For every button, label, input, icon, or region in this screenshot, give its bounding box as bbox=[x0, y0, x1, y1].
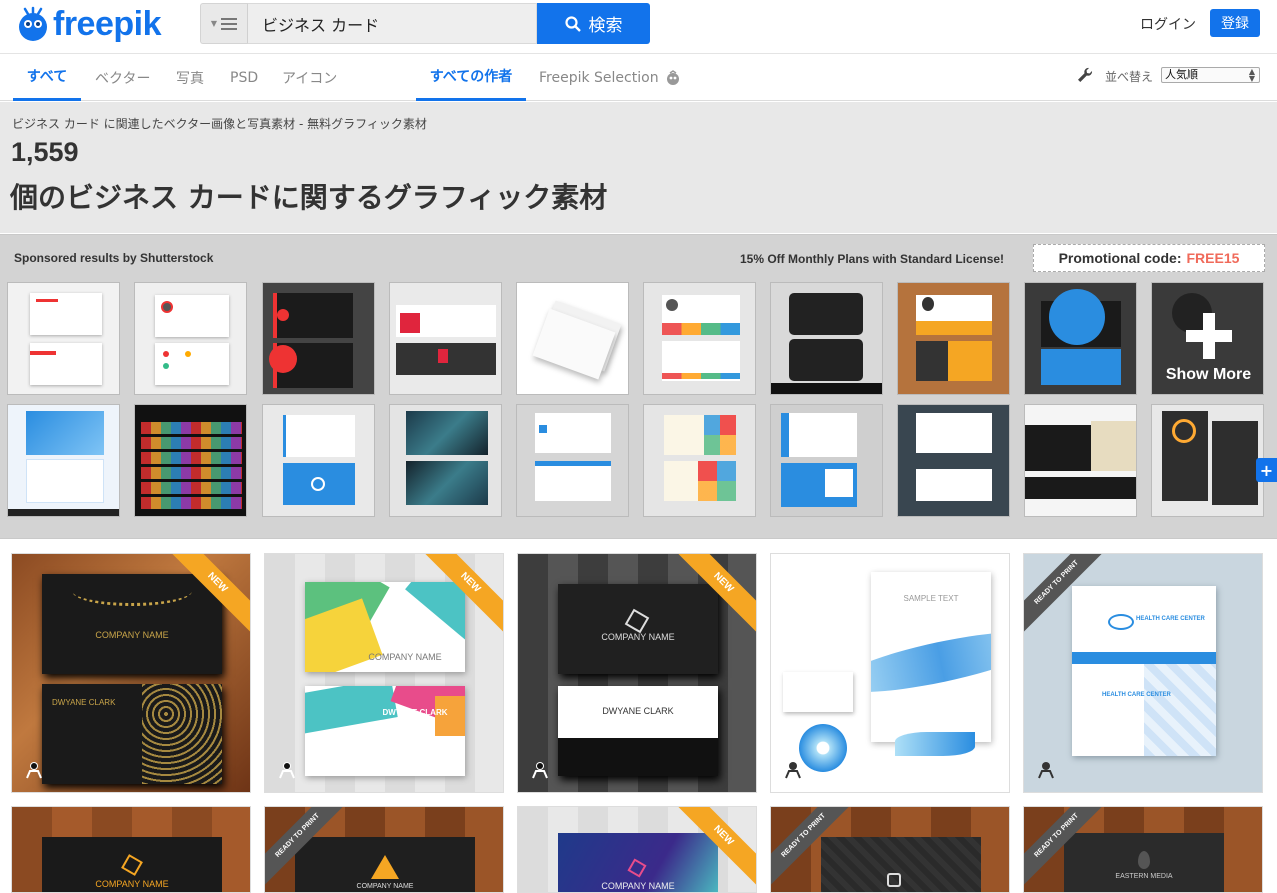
promo-prefix: Promotional code: bbox=[1058, 250, 1182, 266]
search-icon bbox=[564, 15, 581, 32]
resource-tile[interactable]: COMPANY NAME DWYANE CLARK NEW bbox=[11, 553, 251, 793]
card-person-name: DWYANE CLARK bbox=[52, 698, 116, 707]
card-company-name: COMPANY NAME bbox=[601, 881, 675, 891]
resource-tile[interactable]: HEALTH CARE CENTER HEALTH CARE CENTER RE… bbox=[1023, 553, 1263, 793]
resource-tile[interactable]: READY TO PRINT bbox=[770, 806, 1010, 893]
login-link[interactable]: ログイン bbox=[1140, 14, 1196, 34]
author-icon bbox=[532, 762, 548, 779]
sponsored-thumb[interactable] bbox=[262, 404, 375, 517]
results-count: 1,559 bbox=[11, 137, 79, 167]
show-more-button[interactable]: Show More bbox=[1151, 282, 1264, 395]
resource-tile[interactable]: COMPANY NAME READY TO PRINT bbox=[264, 806, 504, 893]
resource-tile[interactable]: EASTERN MEDIA READY TO PRINT bbox=[1023, 806, 1263, 893]
author-icon bbox=[279, 762, 295, 779]
card-person-name: DWYANE CLARK bbox=[382, 708, 448, 717]
resource-tile[interactable]: COMPANY NAME DWYANE CLARK NEW bbox=[517, 553, 757, 793]
tab-psd[interactable]: PSD bbox=[230, 54, 258, 101]
sponsored-thumb[interactable] bbox=[516, 404, 629, 517]
card-company-name: COMPANY NAME bbox=[95, 630, 169, 640]
search-bar: ▼ ビジネス カード 検索 bbox=[200, 3, 650, 44]
sort-label: 並べ替え bbox=[1105, 70, 1154, 84]
author-icon bbox=[26, 762, 42, 779]
tab-freepik-selection[interactable]: Freepik Selection bbox=[539, 54, 681, 101]
card-company-name: COMPANY NAME bbox=[368, 652, 442, 662]
promo-code-box: Promotional code: FREE15 bbox=[1033, 244, 1265, 272]
search-filter-menu-button[interactable]: ▼ bbox=[200, 3, 247, 44]
hamburger-icon bbox=[221, 17, 238, 30]
author-icon bbox=[1038, 762, 1054, 779]
resource-tile[interactable]: SAMPLE TEXT bbox=[770, 553, 1010, 793]
search-button[interactable]: 検索 bbox=[537, 3, 650, 44]
sponsored-thumb[interactable] bbox=[134, 282, 247, 395]
author-icon bbox=[785, 762, 801, 779]
tab-freepik-selection-label: Freepik Selection bbox=[539, 69, 659, 86]
sponsored-thumb[interactable] bbox=[134, 404, 247, 517]
resource-tile[interactable]: COMPANY NAME NEW bbox=[517, 806, 757, 893]
promo-code: FREE15 bbox=[1186, 250, 1240, 266]
card-title-2: HEALTH CARE CENTER bbox=[1102, 692, 1171, 698]
tab-all[interactable]: すべて bbox=[13, 54, 81, 101]
card-company-name: COMPANY NAME bbox=[95, 879, 169, 889]
sponsored-thumb[interactable] bbox=[643, 404, 756, 517]
card-company-name: COMPANY NAME bbox=[356, 883, 414, 890]
sponsored-thumb[interactable] bbox=[7, 282, 120, 395]
sponsored-thumb[interactable] bbox=[897, 404, 1010, 517]
tab-vector[interactable]: ベクター bbox=[95, 54, 150, 101]
sponsored-thumb[interactable] bbox=[516, 282, 629, 395]
sponsored-thumb[interactable] bbox=[262, 282, 375, 395]
card-sample-text: SAMPLE TEXT bbox=[903, 594, 959, 603]
tab-photo[interactable]: 写真 bbox=[176, 54, 204, 101]
sponsored-thumb[interactable] bbox=[897, 282, 1010, 395]
filter-tabs-bar: すべて ベクター 写真 PSD アイコン すべての作者 Freepik Sele… bbox=[0, 54, 1277, 101]
search-input[interactable]: ビジネス カード bbox=[247, 3, 537, 44]
sort-select[interactable]: 人気順 ▲ ▼ bbox=[1161, 67, 1260, 83]
search-button-label: 検索 bbox=[588, 16, 623, 36]
selection-crown-icon bbox=[666, 69, 679, 85]
sponsored-thumb[interactable] bbox=[1024, 282, 1137, 395]
sponsored-thumb[interactable] bbox=[389, 282, 502, 395]
results-title-area: ビジネス カード に関連したベクター画像と写真素材 - 無料グラフィック素材 1… bbox=[0, 102, 1277, 233]
card-person-name: DWYANE CLARK bbox=[602, 706, 674, 716]
select-arrows-icon: ▲ ▼ bbox=[1248, 67, 1255, 83]
sponsored-section: Sponsored results by Shutterstock 15% Of… bbox=[0, 234, 1277, 539]
side-expand-button[interactable]: + bbox=[1256, 458, 1277, 482]
signup-button[interactable]: 登録 bbox=[1210, 9, 1260, 37]
results-subtitle: ビジネス カード に関連したベクター画像と写真素材 - 無料グラフィック素材 bbox=[12, 117, 427, 131]
show-more-label: Show More bbox=[1165, 366, 1252, 383]
results-headline: 個のビジネス カードに関するグラフィック素材 bbox=[10, 181, 608, 214]
tab-icon[interactable]: アイコン bbox=[282, 54, 337, 101]
sponsored-offer[interactable]: 15% Off Monthly Plans with Standard Lice… bbox=[740, 252, 1004, 266]
resource-tile[interactable]: COMPANY NAME bbox=[11, 806, 251, 893]
resource-tile[interactable]: COMPANY NAME DWYANE CLARK NEW bbox=[264, 553, 504, 793]
header: freepik ▼ ビジネス カード 検索 ログイン 登録 bbox=[0, 0, 1277, 54]
tab-all-authors[interactable]: すべての作者 bbox=[416, 54, 526, 101]
sponsored-thumb[interactable] bbox=[389, 404, 502, 517]
card-title: HEALTH CARE CENTER bbox=[1136, 616, 1205, 622]
freepik-logo[interactable]: freepik bbox=[14, 4, 162, 44]
sponsored-thumb[interactable] bbox=[1151, 404, 1264, 517]
sponsored-thumb[interactable] bbox=[7, 404, 120, 517]
sponsored-thumb[interactable] bbox=[1024, 404, 1137, 517]
logo-text: freepik bbox=[53, 4, 162, 43]
sponsored-thumb[interactable] bbox=[770, 282, 883, 395]
sponsored-label: Sponsored results by Shutterstock bbox=[14, 251, 214, 265]
sort-select-value: 人気順 bbox=[1165, 68, 1198, 81]
caret-down-icon: ▼ bbox=[210, 19, 218, 28]
sponsored-thumb[interactable] bbox=[770, 404, 883, 517]
freepik-logo-icon bbox=[19, 6, 47, 41]
sponsored-thumb[interactable] bbox=[643, 282, 756, 395]
card-company-name: COMPANY NAME bbox=[601, 632, 675, 642]
card-company-name: EASTERN MEDIA bbox=[1115, 873, 1173, 880]
wrench-icon bbox=[1078, 67, 1093, 82]
